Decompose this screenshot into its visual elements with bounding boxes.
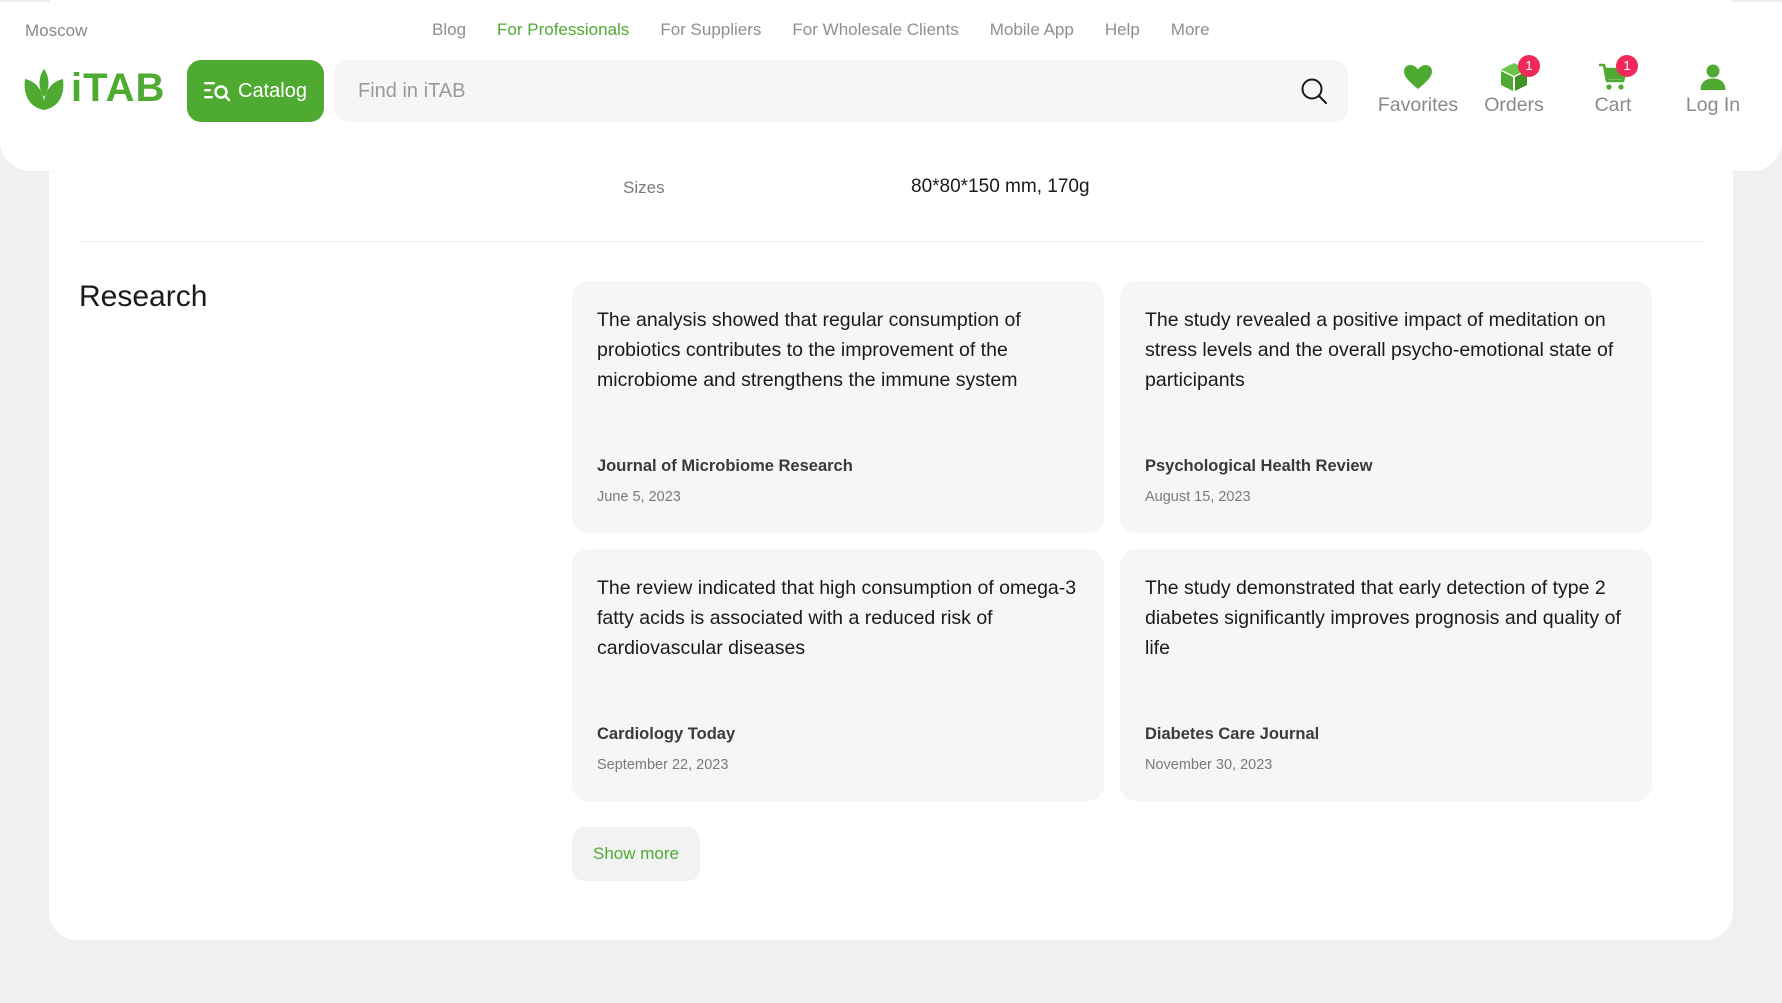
research-journal: Journal of Microbiome Research — [597, 457, 853, 475]
section-divider — [79, 241, 1705, 242]
nav-link-mobile-app[interactable]: Mobile App — [990, 20, 1074, 40]
research-cards-grid: The analysis showed that regular consump… — [572, 281, 1654, 801]
research-summary: The study demonstrated that early detect… — [1145, 577, 1621, 659]
header-edge-line — [1732, 0, 1782, 2]
show-more-button[interactable]: Show more — [572, 827, 700, 881]
top-navigation: Blog For Professionals For Suppliers For… — [432, 20, 1210, 40]
favorites-button[interactable]: Favorites — [1373, 62, 1463, 117]
catalog-label: Catalog — [238, 79, 307, 102]
research-date: August 15, 2023 — [1145, 489, 1251, 505]
research-card[interactable]: The study demonstrated that early detect… — [1120, 549, 1652, 801]
orders-badge: 1 — [1518, 55, 1540, 77]
nav-link-more[interactable]: More — [1171, 20, 1210, 40]
orders-button[interactable]: 1 Orders — [1469, 55, 1559, 117]
research-summary: The analysis showed that regular consump… — [597, 309, 1021, 391]
user-icon — [1700, 64, 1726, 90]
nav-link-help[interactable]: Help — [1105, 20, 1140, 40]
leaf-logo-icon — [24, 68, 64, 110]
search-bar — [334, 60, 1348, 122]
research-summary: The review indicated that high consumpti… — [597, 577, 1077, 659]
cart-button[interactable]: 1 Cart — [1568, 55, 1658, 117]
catalog-search-icon — [204, 82, 231, 102]
site-logo[interactable]: iTAB — [23, 66, 165, 111]
research-journal: Diabetes Care Journal — [1145, 725, 1320, 743]
research-summary: The study revealed a positive impact of … — [1145, 309, 1614, 391]
site-header: Moscow Blog For Professionals For Suppli… — [0, 0, 1782, 171]
header-edge-line — [0, 0, 50, 2]
research-section-title: Research — [79, 280, 208, 313]
search-icon[interactable] — [1300, 77, 1328, 105]
nav-link-for-suppliers[interactable]: For Suppliers — [660, 20, 761, 40]
logo-text: iTAB — [71, 66, 166, 110]
favorites-label: Favorites — [1377, 94, 1459, 116]
login-label: Log In — [1685, 94, 1741, 116]
search-input[interactable] — [358, 60, 1278, 122]
nav-link-blog[interactable]: Blog — [432, 20, 466, 40]
research-card[interactable]: The analysis showed that regular consump… — [572, 281, 1104, 533]
research-journal: Psychological Health Review — [1145, 457, 1373, 475]
login-button[interactable]: Log In — [1668, 62, 1758, 117]
catalog-button[interactable]: Catalog — [187, 60, 324, 122]
nav-link-for-professionals[interactable]: For Professionals — [497, 20, 629, 40]
research-card[interactable]: The study revealed a positive impact of … — [1120, 281, 1652, 533]
spec-value: 80*80*150 mm, 170g — [911, 176, 1090, 197]
city-selector[interactable]: Moscow — [25, 21, 87, 41]
spec-label: Sizes — [623, 178, 665, 197]
cart-badge: 1 — [1616, 55, 1638, 77]
research-date: September 22, 2023 — [597, 757, 729, 773]
research-date: November 30, 2023 — [1145, 757, 1273, 773]
spec-row-sizes: Sizes 80*80*150 mm, 170g — [49, 176, 1733, 216]
heart-icon — [1404, 65, 1432, 89]
nav-link-for-wholesale-clients[interactable]: For Wholesale Clients — [792, 20, 958, 40]
orders-label: Orders — [1484, 94, 1544, 116]
research-journal: Cardiology Today — [597, 725, 736, 743]
research-card[interactable]: The review indicated that high consumpti… — [572, 549, 1104, 801]
cart-label: Cart — [1594, 94, 1632, 116]
research-date: June 5, 2023 — [597, 489, 681, 505]
product-content-card: Sizes 80*80*150 mm, 170g Research The an… — [49, 120, 1733, 940]
